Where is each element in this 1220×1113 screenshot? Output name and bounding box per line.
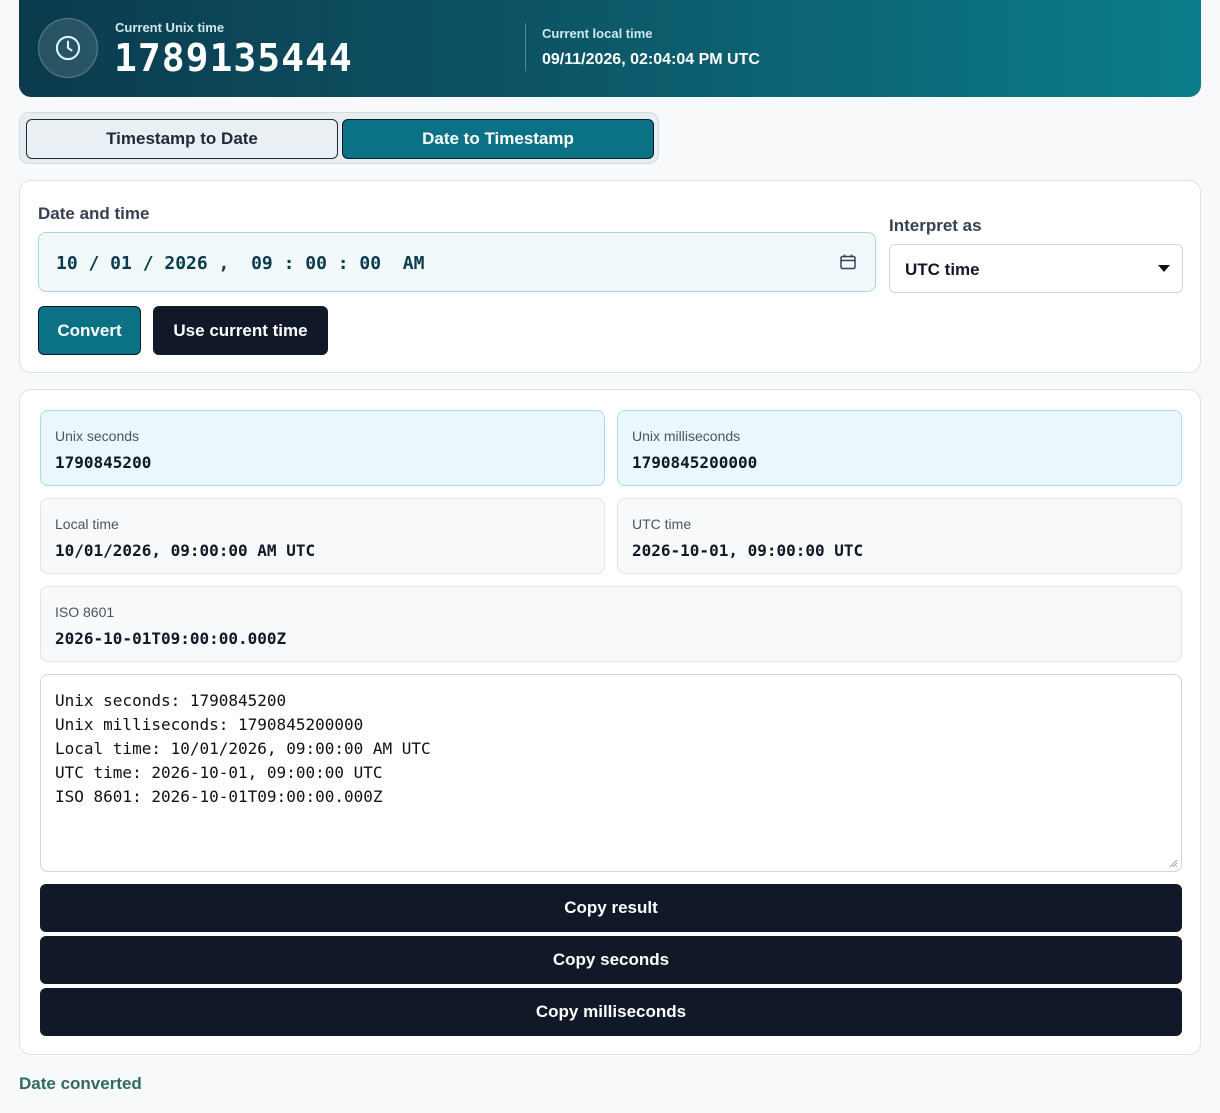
interpret-select[interactable]: UTC time (889, 244, 1183, 293)
copy-result-button[interactable]: Copy result (40, 884, 1182, 932)
calendar-icon[interactable] (839, 253, 857, 276)
summary-line: Unix seconds: 1790845200 (55, 691, 287, 710)
current-local-label: Current local time (542, 26, 653, 41)
result-card: Unix seconds 1790845200 Unix millisecond… (19, 389, 1201, 1055)
local-time-label: Local time (55, 516, 119, 532)
datetime-value: 10 / 01 / 2026 , 09 : 00 : 00 AM (56, 253, 425, 274)
copy-milliseconds-button[interactable]: Copy milliseconds (40, 988, 1182, 1036)
use-current-time-button[interactable]: Use current time (153, 306, 328, 355)
summary-line: Local time: 10/01/2026, 09:00:00 AM UTC (55, 739, 431, 758)
tab-date-to-timestamp[interactable]: Date to Timestamp (342, 119, 654, 159)
unix-seconds-value: 1790845200 (55, 453, 152, 472)
summary-line: Unix milliseconds: 1790845200000 (55, 715, 364, 734)
status-message: Date converted (19, 1074, 142, 1093)
unix-seconds-label: Unix seconds (55, 428, 140, 444)
chevron-down-icon (1158, 265, 1170, 272)
interpret-label: Interpret as (889, 216, 982, 235)
unix-ms-label: Unix milliseconds (632, 428, 741, 444)
datetime-input[interactable]: 10 / 01 / 2026 , 09 : 00 : 00 AM (38, 232, 876, 292)
iso-label: ISO 8601 (55, 604, 115, 620)
local-time-value: 10/01/2026, 09:00:00 AM UTC (55, 541, 316, 560)
input-card: Date and time 10 / 01 / 2026 , 09 : 00 :… (19, 180, 1201, 373)
local-time-field: Local time 10/01/2026, 09:00:00 AM UTC (40, 498, 605, 574)
result-textarea[interactable]: Unix seconds: 1790845200 Unix millisecon… (40, 674, 1182, 872)
iso-value: 2026-10-01T09:00:00.000Z (55, 629, 287, 648)
utc-time-field: UTC time 2026-10-01, 09:00:00 UTC (617, 498, 1182, 574)
current-local-value: 09/11/2026, 02:04:04 PM UTC (542, 51, 760, 68)
unix-seconds-field: Unix seconds 1790845200 (40, 410, 605, 486)
unix-ms-value: 1790845200000 (632, 453, 758, 472)
datetime-label: Date and time (38, 204, 150, 223)
header-divider (525, 23, 526, 71)
clock-icon (38, 18, 98, 78)
iso-field: ISO 8601 2026-10-01T09:00:00.000Z (40, 586, 1182, 662)
resize-grip-icon[interactable] (1168, 858, 1178, 868)
current-unix-label: Current Unix time (115, 20, 225, 35)
summary-line: UTC time: 2026-10-01, 09:00:00 UTC (55, 763, 383, 782)
header-banner: Current Unix time 1789135444 Current loc… (19, 0, 1201, 97)
copy-seconds-button[interactable]: Copy seconds (40, 936, 1182, 984)
tab-timestamp-to-date[interactable]: Timestamp to Date (26, 119, 338, 159)
utc-time-label: UTC time (632, 516, 692, 532)
unix-ms-field: Unix milliseconds 1790845200000 (617, 410, 1182, 486)
utc-time-value: 2026-10-01, 09:00:00 UTC (632, 541, 864, 560)
summary-line: ISO 8601: 2026-10-01T09:00:00.000Z (55, 787, 383, 806)
convert-button[interactable]: Convert (38, 306, 141, 355)
interpret-selected-value: UTC time (905, 260, 980, 279)
current-unix-value: 1789135444 (114, 36, 353, 80)
mode-tabs: Timestamp to Date Date to Timestamp (19, 112, 659, 164)
